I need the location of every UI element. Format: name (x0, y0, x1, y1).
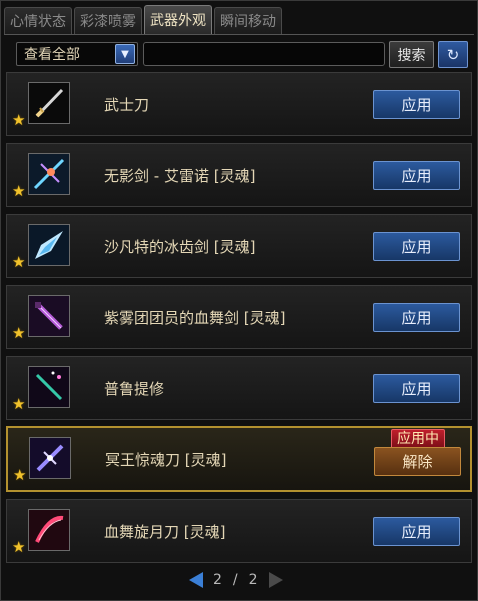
list-item[interactable]: ★ 无影剑 - 艾雷诺 [灵魂] 应用 (6, 143, 472, 207)
list-item[interactable]: ★ 沙凡特的冰齿剑 [灵魂] 应用 (6, 214, 472, 278)
star-icon: ★ (13, 466, 27, 484)
weapon-appearance-panel: 心情状态 彩漆喷雾 武器外观 瞬间移动 查看全部 ▼ 搜索 ↻ ★ 武士刀 应用… (0, 0, 478, 601)
list-item[interactable]: ★ 普鲁提修 应用 (6, 356, 472, 420)
apply-button[interactable]: 应用 (373, 90, 460, 119)
item-name: 紫雾团团员的血舞剑 [灵魂] (104, 308, 286, 327)
list-item-selected[interactable]: ★ 冥王惊魂刀 [灵魂] 应用中 解除 (6, 426, 472, 492)
list-item[interactable]: ★ 紫雾团团员的血舞剑 [灵魂] 应用 (6, 285, 472, 349)
item-name: 普鲁提修 (104, 379, 165, 398)
apply-button[interactable]: 应用 (373, 517, 460, 546)
pluto-blade-icon (28, 366, 70, 408)
in-use-badge: 应用中 (391, 429, 445, 449)
tab-bar: 心情状态 彩漆喷雾 武器外观 瞬间移动 (4, 5, 282, 35)
apply-button[interactable]: 应用 (373, 374, 460, 403)
purple-blade-icon (28, 295, 70, 337)
hades-blade-icon (29, 437, 71, 479)
tab-teleport[interactable]: 瞬间移动 (214, 7, 282, 34)
apply-button[interactable]: 应用 (373, 161, 460, 190)
star-icon: ★ (12, 253, 26, 271)
tab-weapon-appearance[interactable]: 武器外观 (144, 5, 212, 34)
star-icon: ★ (12, 538, 26, 556)
filter-dropdown[interactable]: 查看全部 ▼ (16, 42, 138, 66)
tab-divider (4, 34, 474, 35)
katana-icon (28, 82, 70, 124)
star-icon: ★ (12, 182, 26, 200)
item-name: 冥王惊魂刀 [灵魂] (105, 450, 227, 469)
ice-sword-icon (28, 224, 70, 266)
item-name: 沙凡特的冰齿剑 [灵魂] (104, 237, 256, 256)
refresh-icon[interactable]: ↻ (438, 41, 468, 68)
tab-paint-spray[interactable]: 彩漆喷雾 (74, 7, 142, 34)
apply-button[interactable]: 应用 (373, 303, 460, 332)
next-page-icon[interactable] (268, 572, 283, 588)
star-icon: ★ (12, 111, 26, 129)
search-button[interactable]: 搜索 (389, 41, 434, 68)
pagination: 2 / 2 (189, 570, 283, 590)
item-name: 血舞旋月刀 [灵魂] (104, 522, 226, 541)
page-separator: / (232, 572, 239, 588)
list-item[interactable]: ★ 武士刀 应用 (6, 72, 472, 136)
apply-button[interactable]: 应用 (373, 232, 460, 261)
chevron-down-icon[interactable]: ▼ (115, 44, 135, 64)
prev-page-icon[interactable] (189, 572, 203, 588)
filter-dropdown-value: 查看全部 (24, 47, 80, 63)
page-current: 2 (213, 572, 223, 588)
page-total: 2 (248, 572, 259, 588)
star-icon: ★ (12, 395, 26, 413)
item-name: 武士刀 (104, 95, 150, 114)
star-icon: ★ (12, 324, 26, 342)
shadow-sword-icon (28, 153, 70, 195)
crimson-moon-blade-icon (28, 509, 70, 551)
unequip-button[interactable]: 解除 (374, 447, 461, 476)
search-input[interactable] (143, 42, 385, 66)
item-name: 无影剑 - 艾雷诺 [灵魂] (104, 166, 256, 185)
list-item[interactable]: ★ 血舞旋月刀 [灵魂] 应用 (6, 499, 472, 563)
tab-mood-status[interactable]: 心情状态 (4, 7, 72, 34)
